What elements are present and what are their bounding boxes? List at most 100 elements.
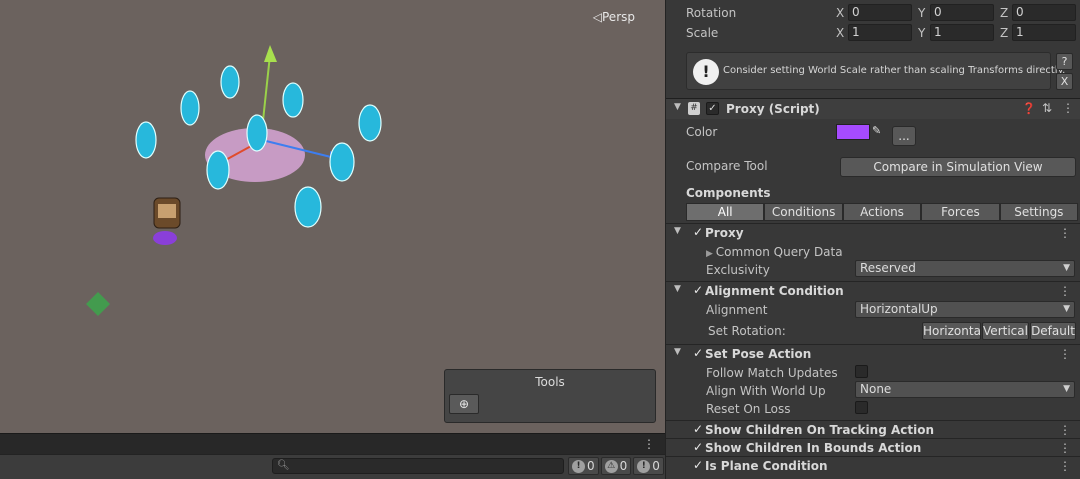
show-children-bounds-section[interactable]: ✓ Show Children In Bounds Action ⋮ bbox=[666, 438, 1080, 457]
crystal bbox=[358, 104, 382, 142]
tab-settings[interactable]: Settings bbox=[999, 203, 1079, 221]
help-icon[interactable]: ❓ bbox=[1022, 102, 1036, 115]
alignment-dropdown[interactable]: HorizontalUp ▼ bbox=[855, 301, 1075, 318]
components-label: Components bbox=[686, 186, 771, 200]
follow-match-checkbox[interactable] bbox=[855, 365, 868, 378]
rotation-x-field[interactable]: 0 bbox=[848, 4, 912, 21]
inspector-panel: Rotation X 0 Y 0 Z 0 Scale X 1 Y 1 Z 1 !… bbox=[665, 0, 1080, 479]
help-button[interactable]: ? bbox=[1056, 53, 1073, 70]
console-search-input[interactable]: 🔍︎ bbox=[272, 458, 564, 474]
exclusivity-dropdown[interactable]: Reserved ▼ bbox=[855, 260, 1075, 277]
collapse-icon[interactable]: ▼ bbox=[674, 226, 681, 236]
reset-on-loss-checkbox[interactable] bbox=[855, 401, 868, 414]
script-icon: # bbox=[688, 102, 700, 115]
persp-label[interactable]: ◁Persp bbox=[593, 10, 635, 24]
section-menu-icon[interactable]: ⋮ bbox=[1059, 441, 1071, 455]
chevron-down-icon: ▼ bbox=[1063, 263, 1070, 273]
show-children-tracking-section[interactable]: ✓ Show Children On Tracking Action ⋮ bbox=[666, 420, 1080, 439]
collapse-icon[interactable]: ▼ bbox=[674, 347, 681, 357]
section-enabled-check[interactable]: ✓ bbox=[693, 440, 703, 454]
section-enabled-check[interactable]: ✓ bbox=[693, 422, 703, 436]
default-button[interactable]: Default bbox=[1030, 322, 1076, 340]
scale-warning-text: Consider setting World Scale rather than… bbox=[723, 65, 1066, 76]
tab-forces[interactable]: Forces bbox=[921, 203, 1000, 221]
error-count-button[interactable]: ! 0 bbox=[633, 457, 664, 475]
compare-in-simulation-button[interactable]: Compare in Simulation View bbox=[840, 157, 1076, 177]
presets-icon[interactable]: ⇅ bbox=[1042, 101, 1052, 115]
crystal bbox=[329, 142, 355, 182]
green-marker bbox=[86, 292, 110, 316]
component-menu-icon[interactable]: ⋮ bbox=[1062, 101, 1074, 115]
proxy-section-header[interactable]: ▼ ✓ Proxy ⋮ bbox=[666, 223, 1080, 242]
vertical-button[interactable]: Vertical bbox=[982, 322, 1029, 340]
tab-all[interactable]: All bbox=[686, 203, 765, 221]
exclusivity-label: Exclusivity bbox=[706, 263, 770, 277]
character-base bbox=[153, 231, 177, 245]
color-swatch[interactable] bbox=[836, 124, 870, 140]
crystal bbox=[180, 90, 200, 126]
scale-label: Scale bbox=[686, 26, 719, 40]
is-plane-condition-section[interactable]: ✓ Is Plane Condition ⋮ bbox=[666, 456, 1080, 475]
console-menu-icon[interactable]: ⋮ bbox=[643, 437, 655, 451]
rotation-z-field[interactable]: 0 bbox=[1012, 4, 1076, 21]
proxy-script-enabled-checkbox[interactable]: ✓ bbox=[706, 102, 719, 115]
scale-y-field[interactable]: 1 bbox=[930, 24, 994, 41]
section-menu-icon[interactable]: ⋮ bbox=[1059, 423, 1071, 437]
rotation-x-axis: X bbox=[836, 6, 845, 20]
scale-x-field[interactable]: 1 bbox=[848, 24, 912, 41]
tab-conditions[interactable]: Conditions bbox=[764, 203, 843, 221]
info-icon: ! bbox=[693, 59, 719, 85]
alignment-label: Alignment bbox=[706, 303, 768, 317]
tools-overlay: Tools ⊕ bbox=[444, 369, 656, 423]
error-icon: ! bbox=[637, 459, 651, 473]
section-menu-icon[interactable]: ⋮ bbox=[1059, 459, 1071, 473]
section-title: Is Plane Condition bbox=[705, 459, 828, 473]
section-enabled-check[interactable]: ✓ bbox=[693, 458, 703, 472]
collapse-icon[interactable]: ▼ bbox=[674, 284, 681, 294]
proxy-menu-icon[interactable]: ⋮ bbox=[1059, 226, 1071, 240]
proxy-enabled-check[interactable]: ✓ bbox=[693, 225, 703, 239]
warning-icon: ⚠ bbox=[604, 459, 618, 473]
eyedropper-icon[interactable]: ✎ bbox=[872, 124, 886, 140]
scene-view[interactable]: ◁Persp Tools ⊕ bbox=[0, 0, 665, 433]
align-world-up-label: Align With World Up bbox=[706, 384, 826, 398]
info-icon: ! bbox=[572, 459, 585, 473]
scale-z-field[interactable]: 1 bbox=[1012, 24, 1076, 41]
warning-count-button[interactable]: ⚠ 0 bbox=[600, 457, 632, 475]
search-icon: 🔍︎ bbox=[277, 460, 290, 471]
proxy-section-title: Proxy bbox=[705, 226, 744, 240]
horizontal-button[interactable]: Horizontal bbox=[922, 322, 984, 340]
align-world-up-dropdown[interactable]: None ▼ bbox=[855, 381, 1075, 398]
alignment-section-header[interactable]: ▼ ✓ Alignment Condition ⋮ bbox=[666, 281, 1080, 300]
compare-tool-label: Compare Tool bbox=[686, 159, 768, 173]
tools-title: Tools bbox=[535, 375, 565, 389]
color-label: Color bbox=[686, 125, 718, 139]
console-header: ⋮ bbox=[0, 433, 665, 454]
dismiss-button[interactable]: X bbox=[1056, 73, 1073, 90]
alignment-enabled-check[interactable]: ✓ bbox=[693, 283, 703, 297]
tool-settings-button[interactable]: ⊕ bbox=[449, 394, 479, 414]
scale-z-axis: Z bbox=[1000, 26, 1009, 40]
collapse-icon[interactable]: ▼ bbox=[674, 102, 681, 112]
set-pose-section-header[interactable]: ▼ ✓ Set Pose Action ⋮ bbox=[666, 344, 1080, 363]
info-count-button[interactable]: ! 0 bbox=[568, 457, 599, 475]
alignment-menu-icon[interactable]: ⋮ bbox=[1059, 284, 1071, 298]
proxy-script-header[interactable]: ▼ # ✓ Proxy (Script) ❓ ⇅ ⋮ bbox=[666, 98, 1080, 119]
error-count: 0 bbox=[652, 459, 660, 473]
rotation-y-field[interactable]: 0 bbox=[930, 4, 994, 21]
gizmo-y-arrow bbox=[264, 45, 277, 62]
set-pose-enabled-check[interactable]: ✓ bbox=[693, 346, 703, 360]
reset-on-loss-label: Reset On Loss bbox=[706, 402, 791, 416]
chevron-down-icon: ▼ bbox=[1063, 304, 1070, 314]
common-query-foldout[interactable]: ▶ Common Query Data bbox=[706, 245, 843, 259]
color-more-button[interactable]: ... bbox=[892, 126, 916, 146]
section-title: Show Children On Tracking Action bbox=[705, 423, 934, 437]
tab-actions[interactable]: Actions bbox=[842, 203, 922, 221]
crystal bbox=[206, 150, 230, 190]
alignment-section-title: Alignment Condition bbox=[705, 284, 844, 298]
scale-warning-box: ! Consider setting World Scale rather th… bbox=[686, 52, 1065, 90]
rotation-label: Rotation bbox=[686, 6, 737, 20]
info-count: 0 bbox=[587, 459, 595, 473]
set-pose-menu-icon[interactable]: ⋮ bbox=[1059, 347, 1071, 361]
crystal bbox=[220, 65, 240, 99]
